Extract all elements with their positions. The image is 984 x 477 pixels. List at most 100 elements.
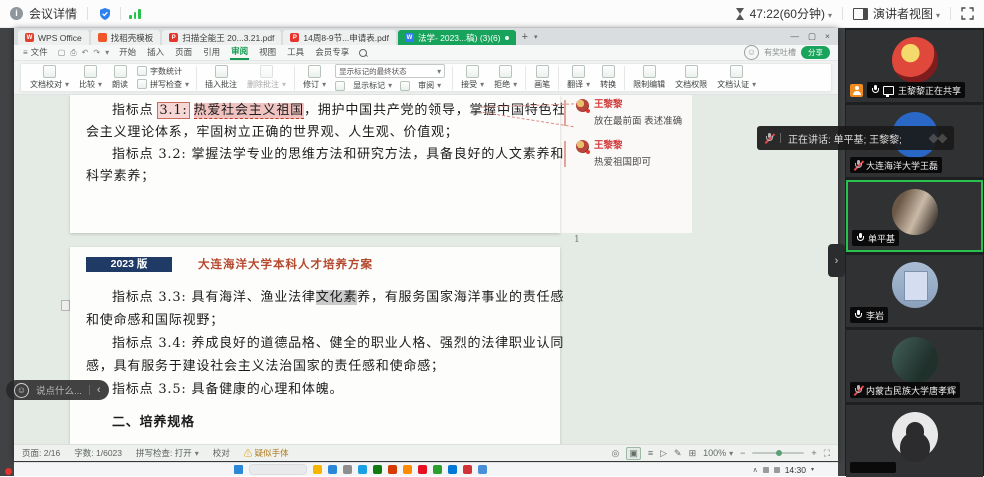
taskbar-app-icon[interactable] [328, 465, 337, 474]
taskbar-app-icon[interactable] [418, 465, 427, 474]
ribbon-label: 显示标记 [353, 80, 392, 91]
view-mode-button[interactable]: 演讲者视图 [853, 5, 940, 22]
participant-tile-active-speaker[interactable]: 单平基 [846, 180, 983, 252]
tab-pdf-2[interactable]: P 14周8-9节...申请表.pdf [283, 30, 396, 45]
ribbon-proofing-button[interactable]: 文档校对 [25, 65, 74, 90]
taskbar-search[interactable] [249, 464, 307, 475]
search-icon[interactable] [359, 49, 367, 57]
menu-reference[interactable]: 引用 [202, 46, 221, 59]
zoom-level[interactable]: 100% [703, 448, 733, 458]
ribbon-accept-button[interactable]: 接受 [456, 65, 489, 90]
feedback-button[interactable]: 有奖吐槽 [764, 47, 796, 58]
ribbon-translate-button[interactable]: 翻译 [562, 65, 595, 90]
restore-button[interactable]: ▢ [808, 31, 816, 42]
system-clock[interactable]: 14:30 [785, 465, 806, 475]
markup-state-dropdown[interactable]: 显示标记的最终状态 [335, 64, 445, 78]
ribbon-convert-button[interactable]: 转换 [595, 65, 621, 90]
taskbar-app-icon[interactable] [448, 465, 457, 474]
menu-insert[interactable]: 插入 [146, 46, 165, 59]
fit-page-icon[interactable]: ⊞ [689, 448, 697, 459]
outline-view-icon[interactable]: ≡ [648, 448, 653, 458]
taskbar-app-icon[interactable] [403, 465, 412, 474]
eye-protect-icon[interactable]: ◎ [611, 448, 619, 459]
ribbon-doc-permission-button[interactable]: 文档权限 [670, 65, 712, 90]
tray-icon[interactable] [774, 467, 780, 473]
new-tab-button[interactable]: + [518, 31, 532, 43]
ribbon-track-changes-button[interactable]: 修订 [298, 65, 331, 90]
chat-input-pill[interactable]: 说点什么... ‹ [6, 380, 109, 400]
page-view-icon[interactable]: ▣ [626, 447, 641, 460]
taskbar-app-icon[interactable] [388, 465, 397, 474]
sidebar-collapse-button[interactable]: › [828, 244, 845, 277]
taskbar-app-icon[interactable] [433, 465, 442, 474]
ribbon-spell-check-button[interactable]: 拼写检查 [137, 79, 189, 90]
menu-review[interactable]: 审阅 [230, 45, 249, 60]
ribbon-insert-comment-button[interactable]: 插入批注 [200, 65, 242, 90]
participant-tile[interactable]: 内蒙古民族大学唐孝辉 [846, 330, 983, 402]
play-view-icon[interactable]: ▷ [660, 448, 667, 459]
menu-start[interactable]: 开始 [118, 46, 137, 59]
redo-icon[interactable]: ↷ [93, 48, 100, 58]
undo-icon[interactable]: ↶ [82, 48, 89, 58]
ribbon-read-aloud-button[interactable]: 朗读 [107, 65, 133, 90]
meeting-timer[interactable]: 47:22(60分钟) [736, 5, 832, 22]
comment-item[interactable]: 王黎黎 放在最前面 表述准确 [576, 99, 688, 127]
status-proofread[interactable]: 校对 [213, 447, 230, 459]
collapse-chat-icon[interactable]: ‹ [97, 384, 101, 396]
taskbar-app-icon[interactable] [463, 465, 472, 474]
tab-active-document[interactable]: W 法学- 2023...稿) (3)(6) [398, 30, 516, 45]
document-canvas[interactable]: 指标点 3.1: 热爱社会主义祖国，拥护中国共产党的领导，掌握中国特色社 会主义… [14, 95, 838, 444]
menu-view[interactable]: 视图 [258, 46, 277, 59]
windows-taskbar[interactable]: ∧ 14:30 ▾ [14, 462, 838, 476]
minimize-button[interactable]: — [791, 31, 800, 42]
taskbar-app-icon[interactable] [478, 465, 487, 474]
quick-access-toolbar[interactable]: ▢ ⎙ ↶ ↷ ▾ [58, 48, 109, 58]
taskbar-app-icon[interactable] [343, 465, 352, 474]
menu-page[interactable]: 页面 [174, 46, 193, 59]
comment-item[interactable]: 王黎黎 热爱祖国即可 [576, 140, 688, 168]
ribbon-compare-button[interactable]: 比较 [74, 65, 107, 90]
ribbon-delete-comment-button[interactable]: 删除批注 [242, 65, 291, 90]
zoom-out-button[interactable]: − [740, 448, 745, 458]
menu-tools[interactable]: 工具 [286, 46, 305, 59]
file-menu[interactable]: ≡ 文件 [22, 46, 49, 59]
ribbon-show-markup-button[interactable]: 显示标记 [335, 80, 392, 91]
meeting-details-button[interactable]: 会议详情 [29, 5, 77, 22]
ribbon-word-count-button[interactable]: 字数统计 [137, 66, 189, 77]
pen-tool-icon[interactable]: ✎ [674, 448, 682, 459]
participant-tile-partial[interactable] [846, 405, 983, 477]
ribbon-reject-button[interactable]: 拒绝 [489, 65, 522, 90]
save-icon[interactable]: ▢ [58, 48, 66, 58]
more-caret-icon[interactable]: ▾ [105, 48, 109, 58]
menu-member[interactable]: 会员专享 [314, 46, 350, 59]
close-button[interactable]: × [825, 31, 830, 42]
zoom-slider[interactable] [752, 452, 804, 454]
start-button[interactable] [234, 465, 243, 474]
taskbar-app-icon[interactable] [313, 465, 322, 474]
participant-tile-sharing[interactable]: 王黎黎正在共享 [846, 30, 983, 102]
share-button[interactable]: 分享 [801, 46, 830, 59]
status-warning[interactable]: 疑似手体 [244, 447, 289, 459]
tray-expand-icon[interactable]: ∧ [753, 466, 758, 474]
status-spellcheck[interactable]: 拼写检查: 打开 [136, 447, 199, 459]
translate-icon [572, 65, 585, 78]
fullscreen-icon[interactable] [961, 7, 974, 20]
tab-docer-templates[interactable]: 找稻壳模板 [91, 30, 161, 45]
ribbon-doc-certify-button[interactable]: 文档认证 [712, 65, 761, 90]
taskbar-app-icon[interactable] [373, 465, 382, 474]
ribbon-review-pane-button[interactable]: 审阅 [400, 80, 441, 91]
fullscreen-toggle-icon[interactable]: ⛶ [824, 448, 830, 459]
print-icon[interactable]: ⎙ [70, 48, 76, 58]
participant-tile[interactable]: 李岩 [846, 255, 983, 327]
emoji-icon[interactable] [14, 383, 29, 398]
tab-wps-home[interactable]: W WPS Office [18, 30, 89, 45]
shared-screen-stage: W WPS Office 找稻壳模板 P 扫描全能王 20...3.21.pdf… [0, 28, 845, 476]
tray-icon[interactable] [763, 467, 769, 473]
zoom-in-button[interactable]: + [811, 448, 816, 458]
tab-list-caret[interactable]: ▾ [534, 33, 538, 41]
tray-caret-icon[interactable]: ▾ [811, 466, 814, 473]
tab-pdf-1[interactable]: P 扫描全能王 20...3.21.pdf [162, 30, 281, 45]
taskbar-app-icon[interactable] [358, 465, 367, 474]
ribbon-pen-button[interactable]: 画笔 [529, 65, 555, 90]
ribbon-restrict-edit-button[interactable]: 限制编辑 [628, 65, 670, 90]
